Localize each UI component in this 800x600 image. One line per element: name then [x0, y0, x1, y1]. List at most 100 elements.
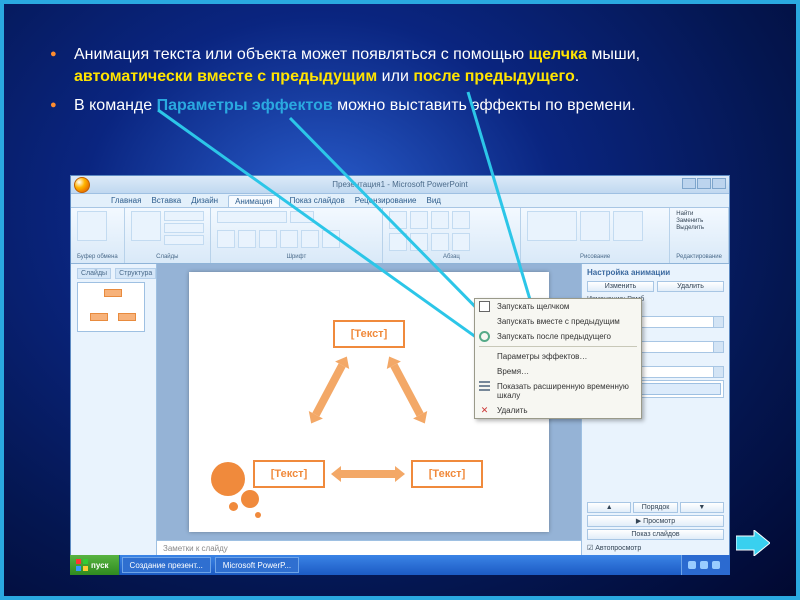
cm-timing[interactable]: Время…: [475, 364, 641, 379]
slide-thumbnail[interactable]: [77, 282, 145, 332]
ribbon-group-clipboard: Буфер обмена: [71, 208, 125, 263]
txt: Анимация текста или объекта может появля…: [74, 46, 529, 63]
cm-start-on-click[interactable]: Запускать щелчком: [475, 299, 641, 314]
timeline-icon: [479, 381, 490, 392]
ribbon-group-label: Рисование: [527, 254, 663, 260]
ribbon: Буфер обмена Слайды: [71, 208, 729, 264]
taskbar-item[interactable]: Создание презент...: [122, 557, 211, 573]
tray-icon[interactable]: [700, 561, 708, 569]
tab-home[interactable]: Главная: [111, 196, 141, 205]
cm-start-after-previous[interactable]: Запускать после предыдущего: [475, 329, 641, 344]
start-button[interactable]: пуск: [70, 555, 120, 575]
play-button[interactable]: ▶ Просмотр: [587, 515, 724, 527]
tab-view[interactable]: Вид: [427, 196, 441, 205]
office-button-icon[interactable]: [74, 177, 90, 193]
smartart-node[interactable]: [Текст]: [253, 460, 325, 488]
smartart-arrow: [341, 470, 395, 478]
panel-tab-slides[interactable]: Слайды: [77, 268, 111, 279]
reset-button[interactable]: [164, 223, 204, 233]
kw-after-previous: после предыдущего: [413, 68, 574, 85]
quickstyles-button[interactable]: [613, 211, 643, 241]
layout-button[interactable]: [164, 211, 204, 221]
bullets-button[interactable]: [389, 211, 407, 229]
txt: В команде: [74, 97, 157, 114]
ribbon-tabs: Главная Вставка Дизайн Анимация Показ сл…: [71, 194, 729, 208]
add-effect-button[interactable]: Изменить: [587, 281, 654, 292]
minimize-button[interactable]: [682, 178, 696, 189]
bold-button[interactable]: [217, 230, 235, 248]
strike-button[interactable]: [301, 230, 319, 248]
kw-with-previous: автоматически вместе с предыдущим: [74, 68, 377, 85]
panel-tab-outline[interactable]: Структура: [115, 268, 156, 279]
windows-flag-icon: [76, 559, 88, 571]
tab-insert[interactable]: Вставка: [151, 196, 181, 205]
system-tray[interactable]: [681, 555, 730, 575]
select-button[interactable]: Выделить: [676, 225, 722, 231]
tab-design[interactable]: Дизайн: [191, 196, 218, 205]
slides-panel: Слайды Структура: [71, 264, 157, 558]
tray-icon[interactable]: [688, 561, 696, 569]
align-right-button[interactable]: [431, 233, 449, 251]
tray-icon[interactable]: [712, 561, 720, 569]
underline-button[interactable]: [259, 230, 277, 248]
cm-start-with-previous[interactable]: Запускать вместе с предыдущим: [475, 314, 641, 329]
smartart-arrow: [312, 363, 345, 416]
cm-label: Запускать вместе с предыдущим: [497, 317, 620, 326]
replace-button[interactable]: Заменить: [676, 218, 722, 224]
txt: или: [377, 68, 413, 85]
font-family-select[interactable]: [217, 211, 287, 223]
separator: [479, 346, 637, 347]
window-title: Презентация1 - Microsoft PowerPoint: [332, 180, 467, 189]
remove-effect-button[interactable]: Удалить: [657, 281, 724, 292]
italic-button[interactable]: [238, 230, 256, 248]
animation-pane-title: Настройка анимации: [587, 268, 724, 277]
font-color-button[interactable]: [322, 230, 340, 248]
align-center-button[interactable]: [410, 233, 428, 251]
slideshow-button[interactable]: Показ слайдов: [587, 529, 724, 540]
next-slide-arrow-icon[interactable]: [736, 530, 770, 556]
mouse-icon: [479, 301, 490, 312]
ribbon-group-label: Шрифт: [217, 254, 376, 260]
arrange-button[interactable]: [580, 211, 610, 241]
reorder-up-button[interactable]: ▲: [587, 502, 631, 513]
cm-delete[interactable]: ✕Удалить: [475, 403, 641, 418]
window-controls: [682, 178, 726, 189]
kw-effect-options: Параметры эффектов: [157, 97, 333, 114]
chevron-down-icon: [713, 367, 723, 377]
outdent-button[interactable]: [452, 211, 470, 229]
paste-button[interactable]: [77, 211, 107, 241]
delete-icon: ✕: [479, 405, 490, 416]
indent-button[interactable]: [431, 211, 449, 229]
blank-icon: [479, 316, 490, 327]
tab-review[interactable]: Рецензирование: [355, 196, 417, 205]
ribbon-group-label: Абзац: [389, 254, 514, 260]
font-size-select[interactable]: [290, 211, 314, 223]
cm-label: Параметры эффектов…: [497, 352, 587, 361]
smartart-node[interactable]: [Текст]: [411, 460, 483, 488]
delete-button[interactable]: [164, 235, 204, 245]
find-button[interactable]: Найти: [676, 211, 722, 217]
new-slide-button[interactable]: [131, 211, 161, 241]
close-button[interactable]: [712, 178, 726, 189]
smartart-node[interactable]: [Текст]: [333, 320, 405, 348]
ribbon-group-drawing: Рисование: [521, 208, 670, 263]
reorder-down-button[interactable]: ▼: [680, 502, 724, 513]
txt: мыши,: [587, 46, 640, 63]
cm-label: Время…: [497, 367, 529, 376]
columns-button[interactable]: [452, 233, 470, 251]
autopreview-checkbox[interactable]: ☑ Автопросмотр: [587, 542, 724, 554]
slideshow-label: Показ слайдов: [631, 531, 679, 538]
tab-animation[interactable]: Анимация: [228, 195, 280, 207]
cm-show-timeline[interactable]: Показать расширенную временную шкалу: [475, 379, 641, 403]
shadow-button[interactable]: [280, 230, 298, 248]
taskbar-item[interactable]: Microsoft PowerP...: [215, 557, 299, 573]
smartart-arrow: [390, 363, 423, 416]
tab-slideshow[interactable]: Показ слайдов: [290, 196, 345, 205]
slide-text: Анимация текста или объекта может появля…: [70, 44, 760, 123]
align-left-button[interactable]: [389, 233, 407, 251]
cm-effect-options[interactable]: Параметры эффектов…: [475, 349, 641, 364]
numbering-button[interactable]: [410, 211, 428, 229]
cm-label: Запускать после предыдущего: [497, 332, 611, 341]
shapes-gallery[interactable]: [527, 211, 577, 241]
maximize-button[interactable]: [697, 178, 711, 189]
